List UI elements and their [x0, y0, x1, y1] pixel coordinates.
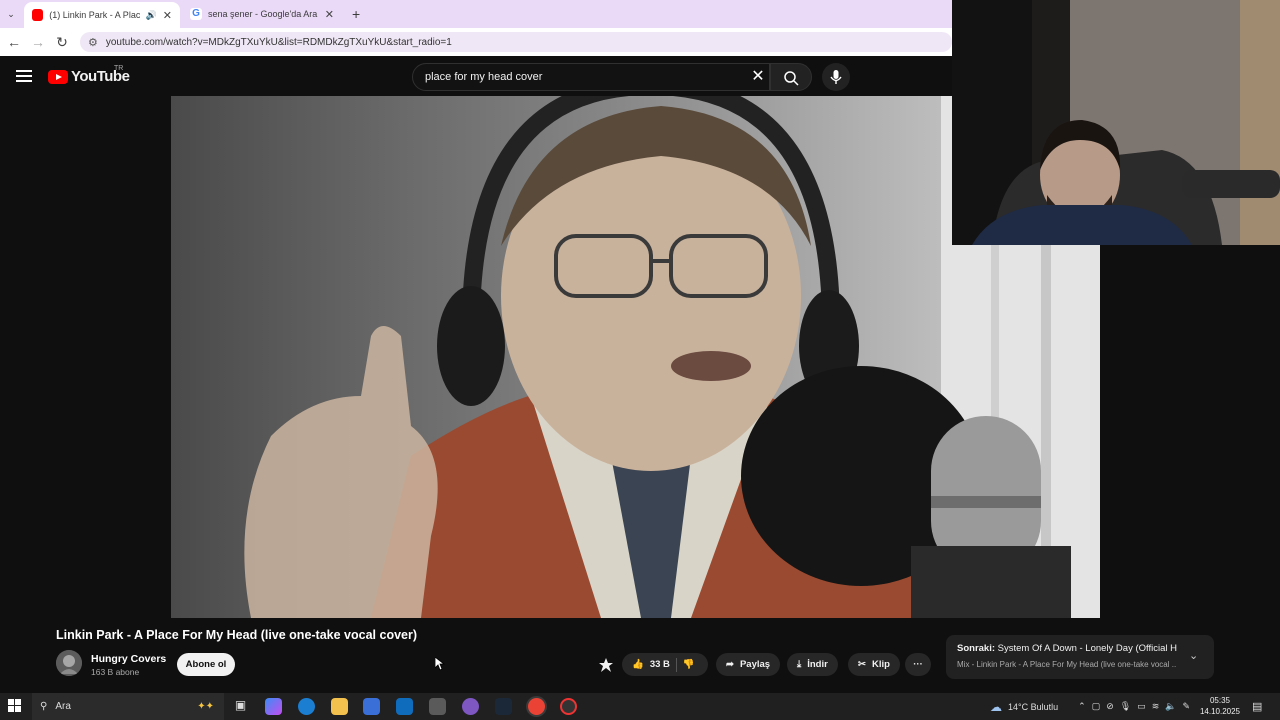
recorder-icon[interactable]: [560, 698, 577, 715]
search-icon: [784, 71, 799, 86]
chevron-up-icon[interactable]: ⌃: [1078, 701, 1086, 712]
download-icon: ⤓: [797, 659, 802, 670]
url-text: youtube.com/watch?v=MDkZgTXuYkU&list=RDM…: [105, 36, 452, 48]
copilot-icon[interactable]: [265, 698, 282, 715]
new-tab-button[interactable]: +: [344, 0, 368, 28]
like-count: 33 B: [649, 659, 670, 670]
steam-icon[interactable]: [495, 698, 512, 715]
like-button[interactable]: 👍 33 B: [632, 659, 670, 670]
site-info-icon[interactable]: ⚙: [88, 36, 98, 49]
tab-youtube[interactable]: (1) Linkin Park - A Place For 🔊 ✕: [24, 2, 180, 28]
windows-start-icon[interactable]: [8, 699, 22, 713]
cloud-icon: ☁: [990, 699, 1002, 714]
youtube-logo[interactable]: YouTube TR: [48, 65, 130, 85]
share-button[interactable]: ➦ Paylaş: [716, 653, 781, 676]
up-next-title: Sonraki: System Of A Down - Lonely Day (…: [957, 643, 1177, 654]
reload-icon[interactable]: ↻: [50, 34, 74, 51]
download-button[interactable]: ⤓ İndir: [787, 653, 838, 676]
thumbs-up-icon: 👍: [632, 659, 644, 670]
tab-title: sena şener - Google'da Ara: [208, 9, 318, 19]
weather-text[interactable]: 14°C Bulutlu: [1008, 702, 1058, 712]
edge-icon[interactable]: [298, 698, 315, 715]
hype-icon[interactable]: [597, 656, 615, 674]
search-query: place for my head cover: [425, 71, 543, 83]
windows-taskbar: ⚲ Ara ✦✦ ▣ ☁ 14°C Bulutlu ⌃ ▢ ⊘ 🎙 ▭ ≋ 🔈 …: [0, 693, 1280, 720]
dislike-button[interactable]: 👎: [683, 659, 695, 670]
display-icon[interactable]: ▭: [1137, 701, 1146, 712]
up-next-video-title: System Of A Down - Lonely Day (Official …: [997, 643, 1177, 654]
share-label: Paylaş: [739, 659, 771, 670]
audio-icon[interactable]: 🔊: [146, 10, 157, 21]
voice-search-button[interactable]: [822, 63, 850, 91]
taskbar-search-placeholder: Ara: [55, 701, 71, 712]
more-icon: ···: [913, 659, 923, 670]
chevron-down-icon[interactable]: ⌄: [1189, 649, 1198, 662]
microphone-icon: [830, 70, 842, 84]
discord-icon[interactable]: [462, 698, 479, 715]
search-input[interactable]: place for my head cover: [412, 63, 770, 91]
youtube-favicon-icon: [32, 9, 44, 21]
video-title: Linkin Park - A Place For My Head (live …: [56, 628, 418, 642]
pen-icon[interactable]: ✎: [1182, 701, 1190, 712]
volume-icon[interactable]: 🔈: [1165, 701, 1176, 712]
close-tab-icon[interactable]: ✕: [325, 8, 334, 21]
google-favicon-icon: G: [190, 8, 202, 20]
system-clock[interactable]: 05:35 14.10.2025: [1196, 695, 1244, 717]
close-tab-icon[interactable]: ✕: [163, 9, 172, 22]
back-icon[interactable]: ←: [2, 34, 26, 50]
clip-button[interactable]: ✂ Klip: [848, 653, 900, 676]
browser-tab-bar: ⌄ (1) Linkin Park - A Place For 🔊 ✕ G se…: [0, 0, 952, 28]
store-icon[interactable]: [363, 698, 380, 715]
divider: [675, 657, 677, 672]
notifications-icon[interactable]: ▤: [1252, 700, 1262, 713]
tray-app-icon[interactable]: ▢: [1092, 701, 1101, 712]
download-label: İndir: [807, 659, 828, 670]
country-code: TR: [114, 65, 124, 72]
like-dislike-group: 👍 33 B 👎: [622, 653, 708, 676]
clip-label: Klip: [871, 659, 890, 670]
task-view-icon[interactable]: ▣: [232, 698, 249, 715]
webcam-overlay: [952, 0, 1280, 245]
up-next-prefix: Sonraki:: [957, 643, 996, 654]
more-actions-button[interactable]: ···: [905, 653, 931, 676]
subscribe-button[interactable]: Abone ol: [177, 653, 235, 676]
clock-time: 05:35: [1209, 696, 1231, 705]
search-icon: ⚲: [40, 701, 48, 712]
system-tray: ☁ 14°C Bulutlu ⌃ ▢ ⊘ 🎙 ▭ ≋ 🔈 ✎: [990, 693, 1190, 720]
channel-avatar[interactable]: [56, 650, 82, 676]
tab-google[interactable]: G sena şener - Google'da Ara ✕: [182, 0, 342, 28]
chrome-icon[interactable]: [528, 698, 545, 715]
webcam-feed: [952, 0, 1280, 245]
clock-date: 14.10.2025: [1199, 707, 1241, 716]
search-button[interactable]: [770, 63, 812, 91]
mouse-cursor-icon: [434, 656, 446, 676]
network-off-icon[interactable]: ⊘: [1106, 701, 1114, 712]
scissors-icon: ✂: [858, 659, 866, 670]
forward-icon[interactable]: →: [26, 34, 50, 50]
clear-search-icon[interactable]: ✕: [748, 67, 768, 87]
tab-search-dropdown-icon[interactable]: ⌄: [4, 0, 18, 28]
tab-title: (1) Linkin Park - A Place For: [49, 10, 140, 20]
app-icon[interactable]: [429, 698, 446, 715]
file-explorer-icon[interactable]: [331, 698, 348, 715]
browser-toolbar: ← → ↻ ⚙ youtube.com/watch?v=MDkZgTXuYkU&…: [0, 28, 952, 56]
wifi-icon[interactable]: ≋: [1152, 701, 1160, 712]
avatar-image: [56, 650, 82, 676]
sparkle-icon: ✦✦: [197, 701, 214, 712]
channel-name[interactable]: Hungry Covers: [91, 653, 166, 665]
mic-icon[interactable]: 🎙: [1120, 701, 1131, 712]
youtube-play-icon: [48, 69, 68, 84]
address-bar[interactable]: ⚙ youtube.com/watch?v=MDkZgTXuYkU&list=R…: [80, 32, 952, 52]
up-next-card[interactable]: Sonraki: System Of A Down - Lonely Day (…: [946, 635, 1214, 679]
hamburger-menu-icon[interactable]: [16, 70, 32, 82]
taskbar-search-input[interactable]: ⚲ Ara ✦✦: [32, 693, 224, 720]
outlook-icon[interactable]: [396, 698, 413, 715]
thumbs-down-icon: 👎: [682, 659, 695, 670]
subscriber-count: 163 B abone: [91, 667, 140, 677]
up-next-subtitle: Mix - Linkin Park - A Place For My Head …: [957, 660, 1177, 669]
share-icon: ➦: [726, 659, 734, 670]
